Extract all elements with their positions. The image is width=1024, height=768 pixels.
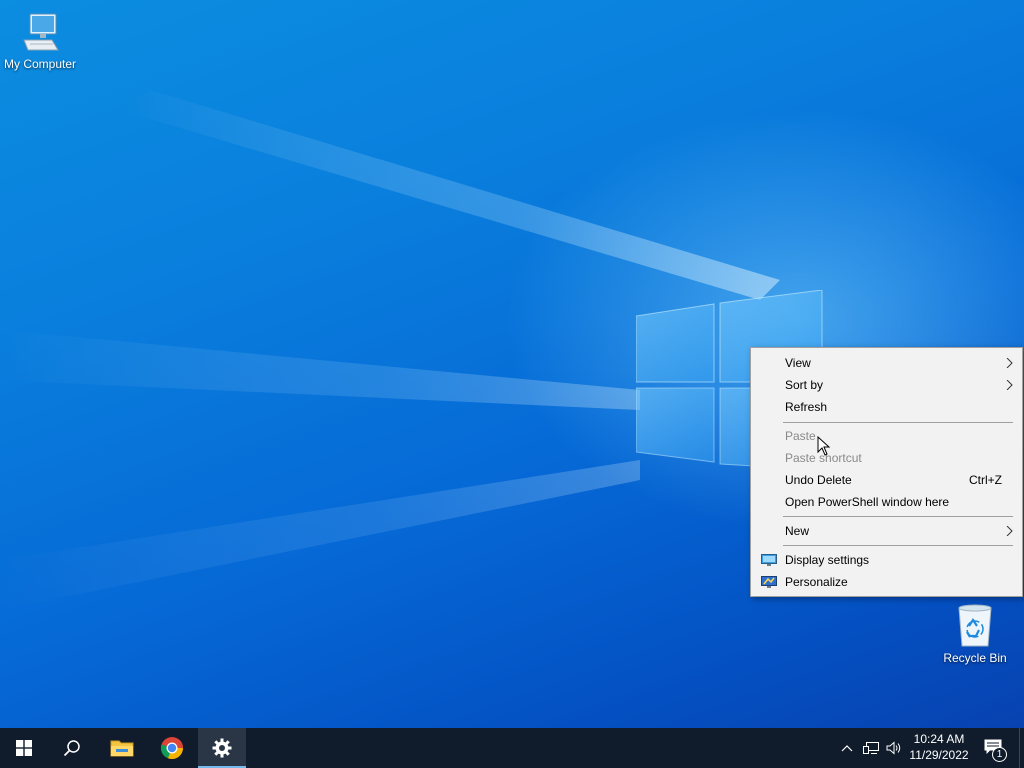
menu-item-paste[interactable]: Paste xyxy=(753,425,1020,447)
notification-count-badge: 1 xyxy=(992,747,1007,762)
menu-item-open-powershell[interactable]: Open PowerShell window here xyxy=(753,491,1020,513)
personalize-icon xyxy=(761,576,777,588)
menu-item-label: Display settings xyxy=(785,553,870,567)
menu-item-paste-shortcut[interactable]: Paste shortcut xyxy=(753,447,1020,469)
desktop-icon-recycle-bin[interactable]: Recycle Bin xyxy=(935,602,1015,665)
chevron-right-icon xyxy=(1006,526,1013,536)
menu-item-label: New xyxy=(785,524,810,538)
desktop-icon-label: My Computer xyxy=(3,57,77,71)
menu-item-view[interactable]: View xyxy=(753,352,1020,374)
search-icon xyxy=(63,740,80,757)
menu-item-label: Refresh xyxy=(785,400,828,414)
network-icon xyxy=(863,742,879,754)
menu-item-undo-delete[interactable]: Undo Delete Ctrl+Z xyxy=(753,469,1020,491)
menu-item-label: Open PowerShell window here xyxy=(785,495,950,509)
speaker-icon xyxy=(886,741,901,755)
file-explorer-icon xyxy=(110,740,134,757)
show-hidden-icons-button[interactable] xyxy=(836,728,858,768)
menu-separator xyxy=(783,545,1013,546)
chevron-up-icon xyxy=(841,745,853,752)
chevron-right-icon xyxy=(1006,358,1013,368)
file-explorer-button[interactable] xyxy=(98,728,146,768)
chrome-icon xyxy=(160,737,184,760)
menu-item-sort-by[interactable]: Sort by xyxy=(753,374,1020,396)
menu-item-label: Sort by xyxy=(785,378,824,392)
search-button[interactable] xyxy=(48,728,96,768)
menu-item-new[interactable]: New xyxy=(753,520,1020,542)
chrome-button[interactable] xyxy=(148,728,196,768)
settings-icon xyxy=(212,738,232,758)
menu-item-label: View xyxy=(785,356,811,370)
start-icon xyxy=(16,740,32,756)
computer-icon xyxy=(23,13,59,51)
desktop-icon-label: Recycle Bin xyxy=(943,651,1007,665)
desktop-context-menu: View Sort by Refresh Paste Paste shortcu… xyxy=(750,347,1023,597)
chevron-right-icon xyxy=(1006,380,1013,390)
menu-item-label: Undo Delete xyxy=(785,473,852,487)
menu-item-label: Paste xyxy=(785,429,816,443)
desktop[interactable]: My Computer Recycle Bin View Sort by Ref… xyxy=(0,0,1024,728)
recycle-bin-icon xyxy=(958,604,992,647)
network-button[interactable] xyxy=(859,728,883,768)
start-button[interactable] xyxy=(0,728,48,768)
menu-separator xyxy=(783,516,1013,517)
menu-separator xyxy=(783,422,1013,423)
menu-item-shortcut: Ctrl+Z xyxy=(969,473,1002,487)
menu-item-personalize[interactable]: Personalize xyxy=(753,571,1020,593)
menu-item-label: Personalize xyxy=(785,575,848,589)
desktop-icon-my-computer[interactable]: My Computer xyxy=(0,10,80,71)
clock-date: 11/29/2022 xyxy=(909,748,969,762)
settings-button[interactable] xyxy=(198,728,246,768)
taskbar-clock[interactable]: 10:24 AM 11/29/2022 xyxy=(904,731,974,763)
show-desktop-button[interactable] xyxy=(1019,728,1024,768)
menu-item-refresh[interactable]: Refresh xyxy=(753,396,1020,418)
volume-button[interactable] xyxy=(883,728,905,768)
menu-item-label: Paste shortcut xyxy=(785,451,862,465)
clock-time: 10:24 AM xyxy=(913,732,965,746)
display-settings-icon xyxy=(761,554,777,566)
menu-item-display-settings[interactable]: Display settings xyxy=(753,549,1020,571)
taskbar: 10:24 AM 11/29/2022 1 xyxy=(0,728,1024,768)
action-center-button[interactable]: 1 xyxy=(978,728,1018,768)
